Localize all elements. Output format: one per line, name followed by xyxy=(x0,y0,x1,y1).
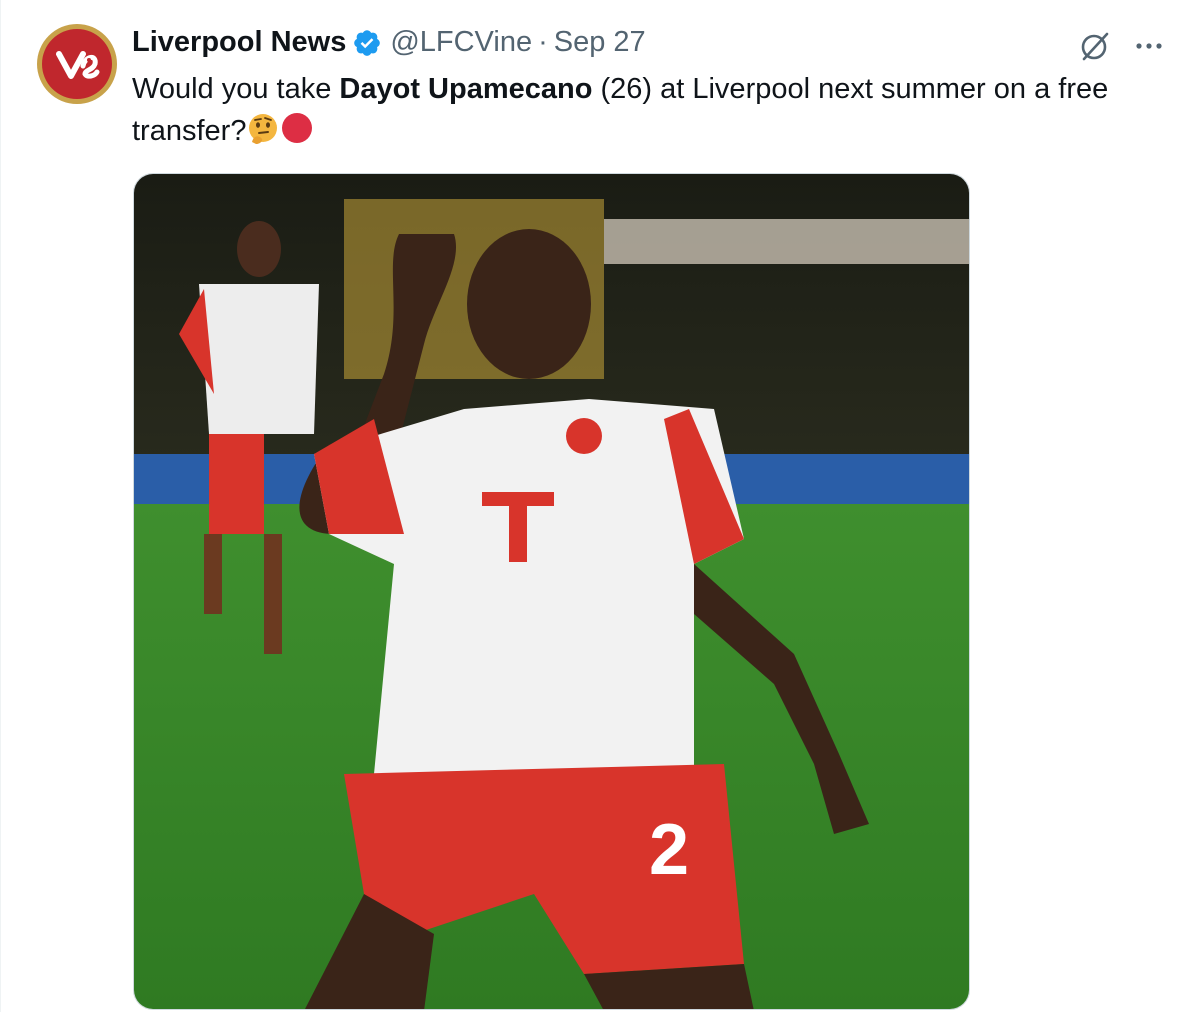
grok-icon[interactable] xyxy=(1077,28,1113,64)
verified-badge-icon[interactable] xyxy=(352,28,382,58)
tweet-text-start: Would you take xyxy=(132,73,340,105)
tweet-date[interactable]: Sep 27 xyxy=(554,26,646,59)
tweet-card[interactable]: Liverpool News @LFCVine · Sep 27 Would y… xyxy=(0,0,1202,1012)
tweet-text-bold: Dayot Upamecano xyxy=(339,73,593,105)
author-handle[interactable]: @LFCVine xyxy=(390,26,532,59)
thinking-face-icon xyxy=(246,112,280,158)
tweet-photo[interactable]: 2 xyxy=(133,173,970,1010)
author-name[interactable]: Liverpool News xyxy=(132,26,346,59)
vine-logo-icon xyxy=(42,29,112,99)
tweet-header: Liverpool News @LFCVine · Sep 27 xyxy=(132,26,646,59)
tweet-text: Would you take Dayot Upamecano (26) at L… xyxy=(132,68,1182,158)
more-icon[interactable] xyxy=(1131,28,1167,64)
author-avatar[interactable] xyxy=(37,24,117,104)
separator-dot: · xyxy=(538,26,548,58)
red-circle-icon xyxy=(280,112,314,158)
jersey-number: 2 xyxy=(649,810,689,890)
